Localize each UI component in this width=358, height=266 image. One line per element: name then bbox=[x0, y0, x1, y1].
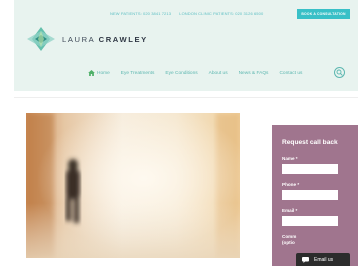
contact-bar: NEW PATIENTS: 020 3841 7213 LONDON CLINI… bbox=[110, 11, 270, 16]
logo-mark-icon bbox=[24, 26, 58, 52]
email-us-label: Email us bbox=[314, 256, 334, 263]
chat-icon bbox=[302, 256, 309, 263]
search-button[interactable] bbox=[334, 67, 345, 78]
nav-item-news-faqs[interactable]: News & FAQs bbox=[239, 71, 269, 76]
name-field[interactable] bbox=[282, 164, 338, 174]
nav-item-eye-treatments[interactable]: Eye Treatments bbox=[121, 71, 155, 76]
header-divider bbox=[14, 97, 358, 98]
logo-last-name: CRAWLEY bbox=[98, 34, 148, 44]
nav-item-home[interactable]: Home bbox=[88, 70, 110, 76]
email-us-button[interactable]: Email us bbox=[296, 253, 350, 266]
book-consultation-button[interactable]: BOOK A CONSULTATION bbox=[297, 9, 350, 19]
email-label: Email * bbox=[282, 208, 298, 213]
phone-field[interactable] bbox=[282, 190, 338, 200]
nav-item-about-us[interactable]: About us bbox=[209, 71, 228, 76]
nav-label-home: Home bbox=[97, 70, 110, 76]
comments-label-line-2: (optio bbox=[282, 240, 295, 245]
email-field[interactable] bbox=[282, 216, 338, 226]
main-nav: Home Eye Treatments Eye Conditions About… bbox=[88, 70, 313, 76]
nav-item-contact-us[interactable]: Contact us bbox=[279, 71, 302, 76]
name-label: Name * bbox=[282, 156, 298, 161]
form-title: Request call back bbox=[282, 139, 338, 146]
search-icon bbox=[336, 69, 343, 76]
home-icon bbox=[88, 70, 95, 76]
hero-image bbox=[26, 113, 240, 258]
request-callback-form: Request call back Name * Phone * Email *… bbox=[272, 125, 358, 266]
site-logo[interactable]: LAURA CRAWLEY bbox=[24, 26, 148, 52]
logo-wordmark: LAURA CRAWLEY bbox=[62, 35, 148, 44]
new-patients-phone[interactable]: NEW PATIENTS: 020 3841 7213 bbox=[110, 11, 171, 16]
london-clinic-phone[interactable]: LONDON CLINIC PATIENTS: 020 3126 6500 bbox=[179, 11, 263, 16]
logo-first-name: LAURA bbox=[62, 34, 95, 44]
nav-item-eye-conditions[interactable]: Eye Conditions bbox=[165, 71, 197, 76]
phone-label: Phone * bbox=[282, 182, 300, 187]
comments-label: Comm (optio bbox=[282, 234, 358, 246]
